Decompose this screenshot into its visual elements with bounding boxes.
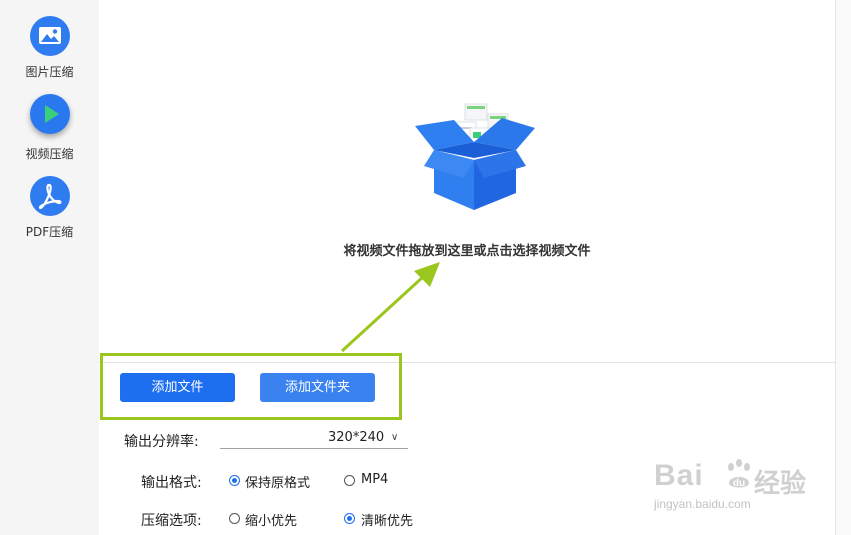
window-gutter — [836, 0, 851, 535]
baidu-jingyan-watermark: Bai du 经验 jingyan.baidu.com — [640, 455, 810, 515]
format-label: 输出格式: — [141, 475, 202, 491]
compression-radio-size-first[interactable] — [229, 513, 240, 524]
format-option-label[interactable]: 保持原格式 — [245, 472, 310, 491]
open-box-icon — [415, 103, 535, 210]
format-radio-keep-original[interactable] — [229, 475, 240, 486]
sidebar-item-pdf-compress[interactable]: PDF压缩 — [0, 174, 99, 254]
paw-icon: du — [728, 459, 750, 489]
format-radio-mp4[interactable] — [344, 475, 355, 486]
sidebar-item-image-compress[interactable]: 图片压缩 — [0, 12, 99, 92]
sidebar-item-video-compress[interactable]: 视频压缩 — [0, 92, 99, 172]
format-option-label[interactable]: MP4 — [361, 472, 388, 487]
sidebar-item-label: 视频压缩 — [25, 147, 74, 161]
watermark-brand: Bai — [654, 459, 704, 492]
sidebar-item-label: 图片压缩 — [25, 65, 74, 79]
pdf-icon — [30, 176, 70, 216]
drop-instruction: 将视频文件拖放到这里或点击选择视频文件 — [343, 244, 591, 259]
resolution-value: 320*240 — [328, 430, 385, 445]
sidebar-item-label: PDF压缩 — [25, 225, 74, 239]
image-icon — [30, 16, 70, 56]
compression-option-label[interactable]: 缩小优先 — [245, 510, 297, 529]
compression-option-label[interactable]: 清晰优先 — [361, 510, 413, 529]
watermark-url: jingyan.baidu.com — [654, 497, 751, 511]
resolution-select[interactable]: 320*240 ∨ — [220, 430, 408, 449]
chevron-down-icon: ∨ — [391, 432, 399, 443]
compression-radio-clarity-first[interactable] — [344, 513, 355, 524]
play-icon — [30, 94, 70, 134]
add-folder-button[interactable]: 添加文件夹 — [260, 373, 375, 402]
sidebar: 图片压缩 视频压缩 PDF压缩 — [0, 0, 99, 535]
add-file-button[interactable]: 添加文件 — [120, 373, 235, 402]
resolution-label: 输出分辨率: — [124, 434, 199, 450]
watermark-brand-suffix: du — [733, 478, 745, 489]
watermark-cn: 经验 — [754, 468, 807, 498]
compression-label: 压缩选项: — [141, 513, 202, 529]
